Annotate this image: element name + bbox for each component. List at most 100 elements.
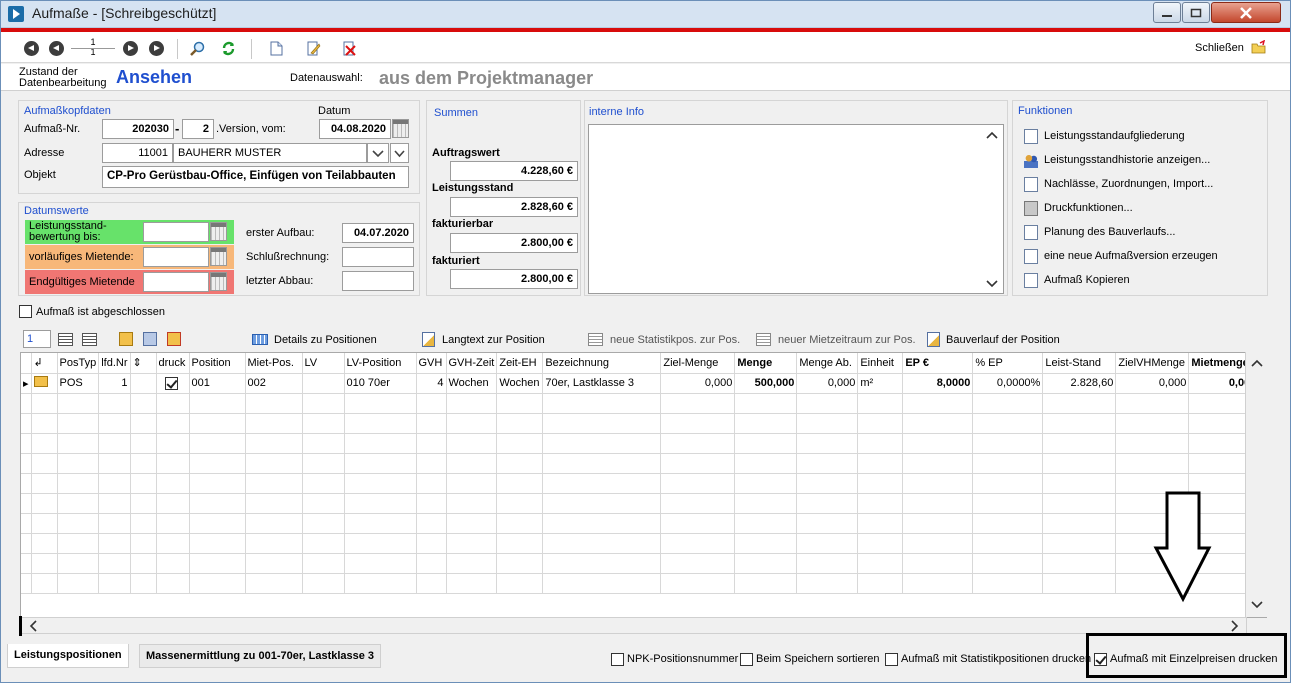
empty-cell[interactable] bbox=[416, 413, 447, 434]
schlussrechnung-field[interactable] bbox=[342, 247, 414, 267]
empty-cell[interactable] bbox=[31, 553, 58, 574]
col-header[interactable]: Einheit bbox=[857, 353, 904, 374]
empty-cell[interactable] bbox=[660, 533, 736, 554]
empty-cell[interactable] bbox=[302, 433, 345, 454]
empty-cell[interactable] bbox=[245, 553, 303, 574]
col-header[interactable]: EP € bbox=[902, 353, 974, 374]
empty-cell[interactable] bbox=[130, 453, 157, 474]
empty-cell[interactable] bbox=[156, 533, 190, 554]
empty-cell[interactable] bbox=[446, 533, 498, 554]
empty-cell[interactable] bbox=[796, 573, 859, 594]
empty-cell[interactable] bbox=[446, 573, 498, 594]
empty-cell[interactable] bbox=[902, 453, 974, 474]
empty-cell[interactable] bbox=[416, 513, 447, 534]
empty-cell[interactable] bbox=[1042, 553, 1117, 574]
empty-cell[interactable] bbox=[57, 413, 100, 434]
langtext-button[interactable]: Langtext zur Position bbox=[442, 334, 545, 346]
empty-cell[interactable] bbox=[857, 573, 904, 594]
empty-cell[interactable] bbox=[98, 553, 131, 574]
empty-cell[interactable] bbox=[156, 553, 190, 574]
empty-cell[interactable] bbox=[31, 573, 58, 594]
empty-cell[interactable] bbox=[31, 493, 58, 514]
empty-cell[interactable] bbox=[496, 433, 544, 454]
abgeschlossen-checkbox[interactable] bbox=[19, 305, 32, 318]
cell-mietpos[interactable]: 002 bbox=[245, 373, 303, 394]
cell-gvhzeit[interactable]: Wochen bbox=[446, 373, 498, 394]
table-row-empty[interactable] bbox=[21, 573, 1260, 594]
empty-cell[interactable] bbox=[130, 533, 157, 554]
empty-cell[interactable] bbox=[1042, 493, 1117, 514]
empty-cell[interactable] bbox=[734, 453, 798, 474]
empty-cell[interactable] bbox=[542, 473, 662, 494]
grid-horizontal-scrollbar[interactable] bbox=[20, 617, 1247, 634]
empty-cell[interactable] bbox=[21, 413, 32, 434]
empty-cell[interactable] bbox=[542, 513, 662, 534]
statistik-print-checkbox[interactable] bbox=[885, 653, 898, 666]
empty-cell[interactable] bbox=[446, 413, 498, 434]
empty-cell[interactable] bbox=[1115, 473, 1190, 494]
empty-cell[interactable] bbox=[344, 573, 417, 594]
close-label[interactable]: Schließen bbox=[1195, 42, 1244, 54]
cell-zeiteh[interactable]: Wochen bbox=[496, 373, 544, 394]
fn-leistungsstandaufgliederung[interactable]: Leistungsstandaufgliederung bbox=[1024, 127, 1185, 145]
empty-cell[interactable] bbox=[857, 453, 904, 474]
empty-cell[interactable] bbox=[902, 533, 974, 554]
vorlaeufiges-mietende-field[interactable] bbox=[143, 247, 209, 267]
scroll-up-icon[interactable] bbox=[985, 129, 999, 141]
empty-cell[interactable] bbox=[189, 553, 246, 574]
endgueltiges-mietende-field[interactable] bbox=[143, 272, 209, 292]
cell-lvposition[interactable]: 010 70er bbox=[344, 373, 417, 394]
empty-cell[interactable] bbox=[734, 493, 798, 514]
empty-cell[interactable] bbox=[98, 413, 131, 434]
empty-cell[interactable] bbox=[446, 553, 498, 574]
col-header[interactable]: ZielVHMenge bbox=[1115, 353, 1190, 374]
empty-cell[interactable] bbox=[542, 573, 662, 594]
empty-cell[interactable] bbox=[57, 573, 100, 594]
date-calendar-icon[interactable] bbox=[392, 119, 409, 138]
druck-checkbox[interactable] bbox=[164, 377, 178, 390]
empty-cell[interactable] bbox=[1042, 473, 1117, 494]
langtext-icon[interactable] bbox=[422, 332, 435, 347]
objekt-field[interactable]: CP-Pro Gerüstbau-Office, Einfügen von Te… bbox=[102, 166, 409, 188]
scroll-down-icon[interactable] bbox=[985, 278, 999, 290]
table-row-empty[interactable] bbox=[21, 553, 1260, 574]
adresse-search-button[interactable] bbox=[390, 143, 409, 163]
empty-cell[interactable] bbox=[416, 553, 447, 574]
empty-cell[interactable] bbox=[496, 473, 544, 494]
empty-cell[interactable] bbox=[344, 533, 417, 554]
col-header[interactable]: Menge Ab. bbox=[796, 353, 859, 374]
empty-cell[interactable] bbox=[660, 553, 736, 574]
empty-cell[interactable] bbox=[245, 413, 303, 434]
empty-cell[interactable] bbox=[542, 393, 662, 414]
version-field[interactable]: 2 bbox=[182, 119, 214, 139]
adresse-name-field[interactable]: BAUHERR MUSTER bbox=[173, 143, 367, 163]
tab-leistungspositionen[interactable]: Leistungspositionen bbox=[7, 644, 129, 668]
empty-cell[interactable] bbox=[1042, 413, 1117, 434]
empty-cell[interactable] bbox=[1042, 453, 1117, 474]
col-header[interactable]: Position bbox=[189, 353, 246, 374]
cell-zielvh[interactable]: 0,000 bbox=[1115, 373, 1190, 394]
empty-cell[interactable] bbox=[98, 533, 131, 554]
empty-cell[interactable] bbox=[98, 513, 131, 534]
empty-cell[interactable] bbox=[1042, 393, 1117, 414]
cell-leiststand[interactable]: 2.828,60 bbox=[1042, 373, 1117, 394]
empty-cell[interactable] bbox=[57, 433, 100, 454]
empty-cell[interactable] bbox=[130, 413, 157, 434]
empty-cell[interactable] bbox=[57, 393, 100, 414]
empty-cell[interactable] bbox=[416, 493, 447, 514]
empty-cell[interactable] bbox=[156, 493, 190, 514]
empty-cell[interactable] bbox=[245, 393, 303, 414]
cell-sort[interactable] bbox=[130, 373, 157, 394]
empty-cell[interactable] bbox=[416, 573, 447, 594]
cell-zielmenge[interactable]: 0,000 bbox=[660, 373, 736, 394]
empty-cell[interactable] bbox=[972, 493, 1044, 514]
empty-cell[interactable] bbox=[542, 413, 662, 434]
table-row-empty[interactable] bbox=[21, 473, 1260, 494]
empty-cell[interactable] bbox=[446, 433, 498, 454]
empty-cell[interactable] bbox=[734, 433, 798, 454]
empty-cell[interactable] bbox=[902, 393, 974, 414]
empty-cell[interactable] bbox=[496, 413, 544, 434]
empty-cell[interactable] bbox=[130, 573, 157, 594]
col-header[interactable]: LV bbox=[302, 353, 345, 374]
empty-cell[interactable] bbox=[245, 473, 303, 494]
